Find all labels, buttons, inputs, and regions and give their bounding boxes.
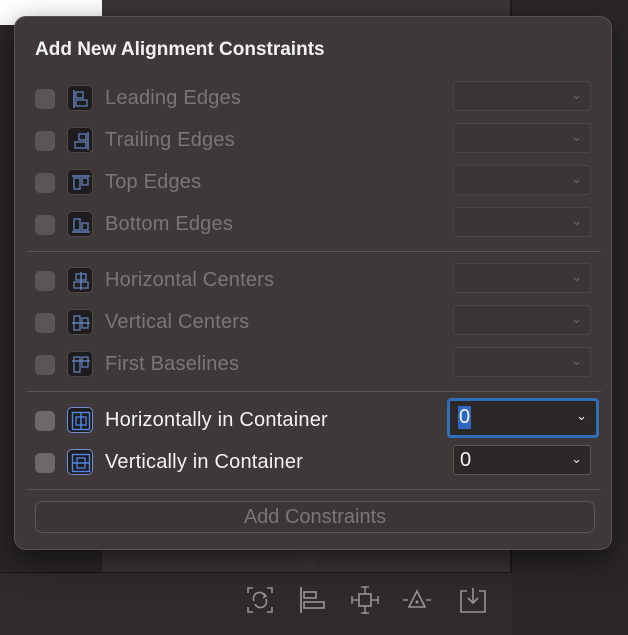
horizontal-centers-checkbox[interactable] <box>35 271 55 291</box>
constraint-row-horizontally-in-container: Horizontally in Container 0 ⌄ <box>15 398 611 439</box>
constraint-row-leading-edges: Leading Edges ⌄ <box>15 81 611 117</box>
horizontally-in-container-value-select[interactable]: 0 ⌄ <box>447 398 599 438</box>
trailing-edges-label: Trailing Edges <box>105 129 235 151</box>
vertically-in-container-checkbox[interactable] <box>35 453 55 473</box>
chevron-down-icon: ⌄ <box>571 87 582 102</box>
vertical-centers-value-select[interactable]: ⌄ <box>453 305 591 335</box>
chevron-down-icon: ⌄ <box>571 171 582 186</box>
leading-edges-value-select[interactable]: ⌄ <box>453 81 591 111</box>
update-frames-icon[interactable] <box>245 585 275 615</box>
leading-edges-label: Leading Edges <box>105 87 242 109</box>
horizontally-in-container-icon <box>67 407 93 433</box>
horizontal-centers-value-select[interactable]: ⌄ <box>453 263 591 293</box>
constraint-row-vertical-centers: Vertical Centers ⌄ <box>15 305 611 341</box>
top-edges-icon <box>67 169 93 195</box>
alignment-constraints-popover: Add New Alignment Constraints Leading Ed… <box>14 16 612 550</box>
vertical-centers-checkbox[interactable] <box>35 313 55 333</box>
chevron-down-icon: ⌄ <box>571 129 582 144</box>
top-edges-label: Top Edges <box>105 171 202 193</box>
horizontal-centers-label: Horizontal Centers <box>105 269 275 291</box>
add-constraints-icon[interactable] <box>350 585 380 615</box>
chevron-down-icon: ⌄ <box>576 408 587 423</box>
bottom-edges-value-select[interactable]: ⌄ <box>453 207 591 237</box>
vertical-centers-icon <box>67 309 93 335</box>
vertically-in-container-value-select[interactable]: 0 ⌄ <box>453 445 591 475</box>
first-baselines-value-select[interactable]: ⌄ <box>453 347 591 377</box>
trailing-edges-icon <box>67 127 93 153</box>
constraint-row-top-edges: Top Edges ⌄ <box>15 165 611 201</box>
vertical-centers-label: Vertical Centers <box>105 311 250 333</box>
vertically-in-container-icon <box>67 449 93 475</box>
chevron-down-icon: ⌄ <box>571 311 582 326</box>
add-constraints-button[interactable]: Add Constraints <box>35 501 595 533</box>
section-divider <box>27 391 601 392</box>
popover-arrow <box>292 548 328 570</box>
constraint-row-first-baselines: First Baselines ⌄ <box>15 347 611 383</box>
bottom-edges-checkbox[interactable] <box>35 215 55 235</box>
trailing-edges-checkbox[interactable] <box>35 131 55 151</box>
section-divider <box>27 489 601 490</box>
first-baselines-checkbox[interactable] <box>35 355 55 375</box>
constraint-row-vertically-in-container: Vertically in Container 0 ⌄ <box>15 445 611 481</box>
align-icon[interactable] <box>298 585 328 615</box>
horizontally-in-container-label: Horizontally in Container <box>105 409 328 431</box>
bottom-edges-label: Bottom Edges <box>105 213 234 235</box>
embed-in-icon[interactable] <box>458 585 488 615</box>
resolve-issues-icon[interactable] <box>402 585 432 615</box>
vertically-in-container-label: Vertically in Container <box>105 451 304 473</box>
chevron-down-icon: ⌄ <box>571 353 582 368</box>
leading-edges-icon <box>67 85 93 111</box>
top-edges-checkbox[interactable] <box>35 173 55 193</box>
chevron-down-icon: ⌄ <box>571 269 582 284</box>
horizontally-in-container-checkbox[interactable] <box>35 411 55 431</box>
first-baselines-icon <box>67 351 93 377</box>
chevron-down-icon: ⌄ <box>571 213 582 228</box>
chevron-down-icon: ⌄ <box>571 451 582 466</box>
popover-title: Add New Alignment Constraints <box>35 39 325 60</box>
constraint-row-horizontal-centers: Horizontal Centers ⌄ <box>15 263 611 299</box>
constraint-row-trailing-edges: Trailing Edges ⌄ <box>15 123 611 159</box>
trailing-edges-value-select[interactable]: ⌄ <box>453 123 591 153</box>
horizontal-centers-icon <box>67 267 93 293</box>
bottom-edges-icon <box>67 211 93 237</box>
first-baselines-label: First Baselines <box>105 353 240 375</box>
section-divider <box>27 251 601 252</box>
leading-edges-checkbox[interactable] <box>35 89 55 109</box>
constraint-row-bottom-edges: Bottom Edges ⌄ <box>15 207 611 243</box>
top-edges-value-select[interactable]: ⌄ <box>453 165 591 195</box>
